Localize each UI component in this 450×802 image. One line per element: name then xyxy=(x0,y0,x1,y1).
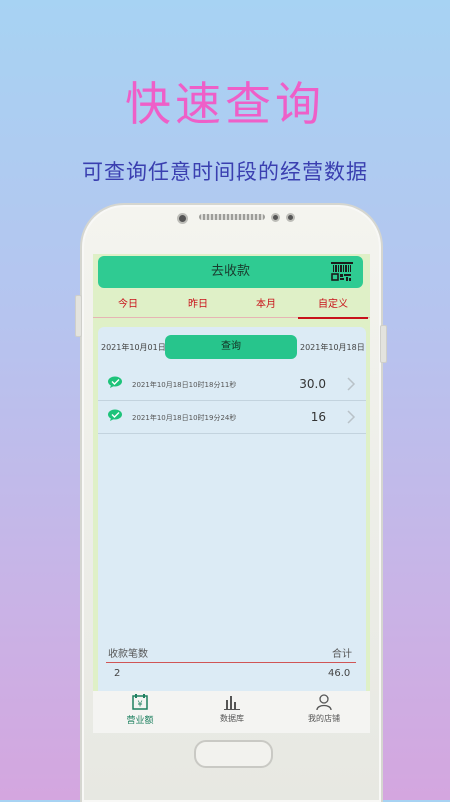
phone-frame: 去收款 今日 昨日 本月 自定义 2021年10月01日 查询 2021年10月… xyxy=(75,203,387,802)
phone-home-button xyxy=(194,740,273,768)
promo-headline: 快速查询 xyxy=(125,77,325,131)
nav-revenue[interactable]: ¥ 营业额 xyxy=(105,694,175,726)
revenue-icon: ¥ xyxy=(132,694,148,710)
tab-yesterday[interactable]: 昨日 xyxy=(168,294,228,318)
record-amount: 16 xyxy=(310,410,326,424)
nav-revenue-label: 营业额 xyxy=(126,716,154,726)
sensor-icon xyxy=(271,213,280,222)
svg-text:¥: ¥ xyxy=(137,700,142,709)
sensor-icon xyxy=(286,213,295,222)
record-time: 2021年10月18日10时18分11秒 xyxy=(132,381,237,389)
total-value: 46.0 xyxy=(328,668,351,679)
total-label: 合计 xyxy=(332,649,352,660)
app-title: 去收款 xyxy=(210,264,250,279)
date-range-tabs: 今日 昨日 本月 自定义 xyxy=(93,294,370,319)
query-button[interactable]: 查询 xyxy=(165,335,297,359)
nav-my-store-label: 我的店铺 xyxy=(308,714,340,723)
active-tab-indicator xyxy=(298,317,368,319)
wechat-pay-icon xyxy=(108,376,122,388)
earpiece-speaker xyxy=(199,214,265,220)
query-panel: 2021年10月01日 查询 2021年10月18日 2021年10月18日10… xyxy=(98,327,366,724)
chevron-right-icon xyxy=(347,377,356,391)
phone-side-button xyxy=(75,295,82,337)
nav-database-label: 数据库 xyxy=(220,714,244,723)
record-amount: 30.0 xyxy=(299,377,326,391)
tab-custom[interactable]: 自定义 xyxy=(298,294,368,318)
wechat-pay-icon xyxy=(108,409,122,421)
list-item[interactable]: 2021年10月18日10时18分11秒 30.0 xyxy=(98,367,366,401)
app-screen: 去收款 今日 昨日 本月 自定义 2021年10月01日 查询 2021年10月… xyxy=(93,254,370,733)
promo-subline: 可查询任意时间段的经营数据 xyxy=(82,160,368,184)
list-item[interactable]: 2021年10月18日10时19分24秒 16 xyxy=(98,400,366,434)
tab-today[interactable]: 今日 xyxy=(98,294,158,318)
record-time: 2021年10月18日10时19分24秒 xyxy=(132,414,237,422)
app-header: 去收款 xyxy=(98,256,363,288)
tab-this-month[interactable]: 本月 xyxy=(236,294,296,318)
user-icon xyxy=(316,694,332,710)
end-date-picker[interactable]: 2021年10月18日 xyxy=(300,342,365,353)
chevron-right-icon xyxy=(347,410,356,424)
qr-code-icon[interactable] xyxy=(331,262,353,282)
nav-database[interactable]: 数据库 xyxy=(197,694,267,724)
nav-my-store[interactable]: 我的店铺 xyxy=(289,694,359,724)
count-value: 2 xyxy=(114,668,121,679)
summary-divider xyxy=(106,662,356,663)
front-camera-icon xyxy=(177,213,188,224)
count-label: 收款笔数 xyxy=(108,649,148,660)
phone-side-button xyxy=(380,325,387,363)
bottom-nav: ¥ 营业额 数据库 我的店铺 xyxy=(93,691,370,733)
start-date-picker[interactable]: 2021年10月01日 xyxy=(101,342,166,353)
bar-chart-icon xyxy=(224,696,240,710)
